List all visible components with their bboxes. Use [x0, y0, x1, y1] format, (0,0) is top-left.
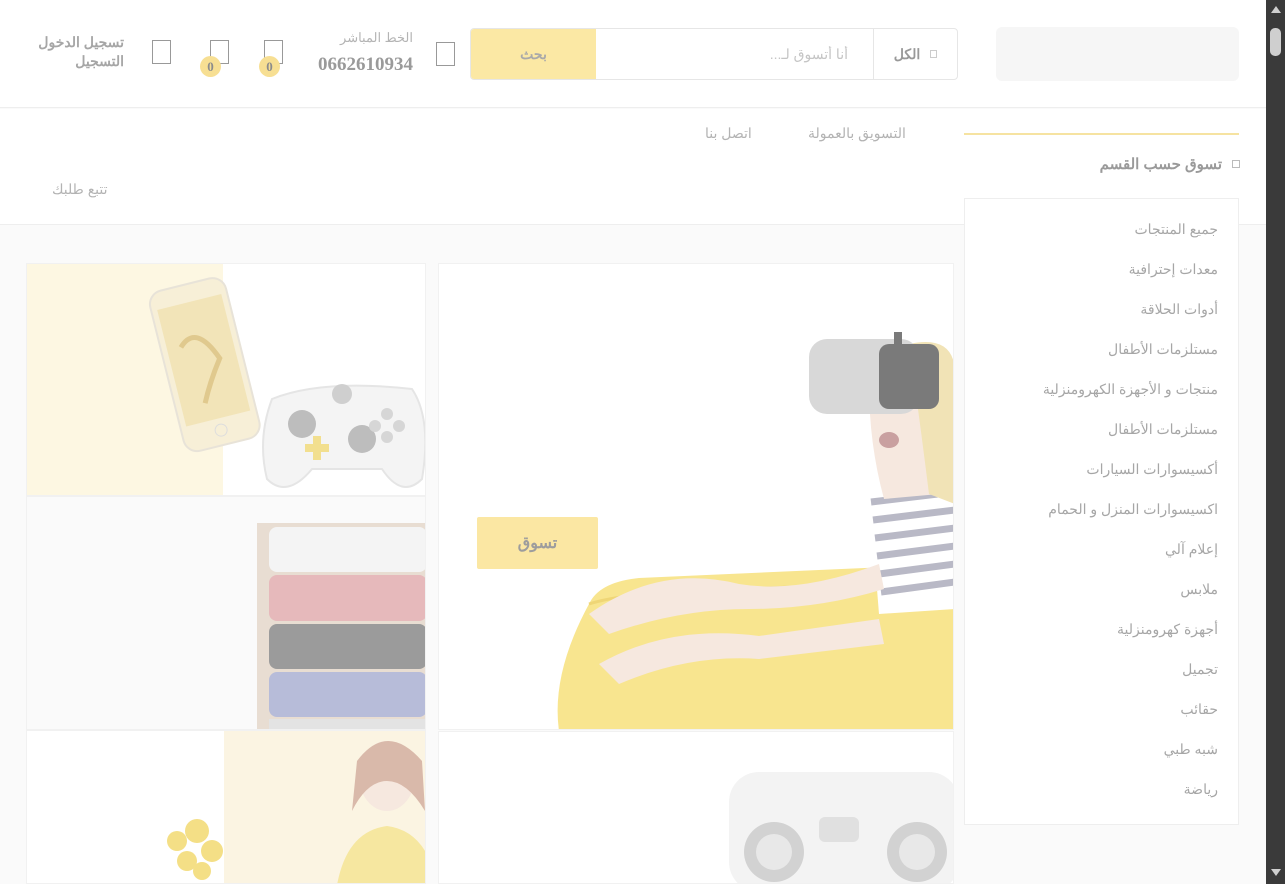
category-item[interactable]: منتجات و الأجهزة الكهرومنزلية [965, 379, 1238, 419]
category-item[interactable]: حقائب [965, 699, 1238, 739]
login-link[interactable]: تسجيل الدخول [20, 33, 124, 52]
nav-link-affiliate[interactable]: التسويق بالعمولة [808, 125, 906, 142]
hotline-label: الخط المباشر [340, 30, 413, 45]
category-item[interactable]: تجميل [965, 659, 1238, 699]
register-link[interactable]: التسجيل [20, 52, 124, 71]
category-list: جميع المنتجات معدات إحترافية أدوات الحلا… [965, 199, 1238, 819]
category-item[interactable]: اكسيسوارات المنزل و الحمام [965, 499, 1238, 539]
menu-icon [1232, 160, 1240, 168]
vr-headset-image [557, 332, 953, 729]
page-scrollbar[interactable] [1266, 0, 1285, 884]
category-item[interactable]: معدات إحترافية [965, 259, 1238, 299]
banner-fashion[interactable] [26, 730, 426, 884]
category-item[interactable]: جميع المنتجات [965, 219, 1238, 259]
department-menu-toggle[interactable]: تسوق حسب القسم [1095, 155, 1240, 173]
category-item[interactable]: مستلزمات الأطفال [965, 419, 1238, 459]
account-links: تسجيل الدخول التسجيل [20, 33, 124, 71]
nav-link-contact[interactable]: اتصل بنا [705, 125, 752, 142]
phone-controller-image [148, 277, 425, 488]
hero-banner-vr[interactable] [438, 263, 954, 730]
scroll-thumb[interactable] [1270, 28, 1281, 56]
search-category-label: الكل [893, 45, 921, 62]
speaker-image [729, 772, 953, 883]
phone-icon [436, 42, 455, 66]
search-input[interactable] [596, 29, 873, 79]
hero-shop-button[interactable]: تسوق [477, 517, 598, 569]
category-sidebar: جميع المنتجات معدات إحترافية أدوات الحلا… [964, 198, 1239, 825]
nav-accent-line [964, 133, 1239, 135]
category-item[interactable]: رياضة [965, 779, 1238, 819]
category-item[interactable]: مستلزمات الأطفال [965, 339, 1238, 379]
category-item[interactable]: أكسيسوارات السيارات [965, 459, 1238, 499]
search-bar: الكل بحث [470, 28, 958, 80]
hotline-number[interactable]: 0662610934 [290, 54, 413, 76]
search-button[interactable]: بحث [471, 29, 596, 79]
category-item[interactable]: ملابس [965, 579, 1238, 619]
woman-flowers-image [167, 731, 425, 883]
nav-link-track-order[interactable]: تتبع طلبك [52, 181, 108, 198]
scroll-down-arrow-icon[interactable] [1271, 869, 1281, 876]
category-item[interactable]: إعلام آلي [965, 539, 1238, 579]
category-item[interactable]: أجهزة كهرومنزلية [965, 619, 1238, 659]
wishlist-count-badge: 0 [259, 56, 280, 77]
user-icon[interactable] [152, 40, 171, 64]
banner-clothing[interactable] [26, 496, 426, 730]
chevron-down-icon [930, 50, 938, 58]
department-title: تسوق حسب القسم [1099, 156, 1222, 173]
site-logo[interactable] [996, 27, 1239, 81]
folded-shirts-image [257, 523, 425, 729]
banner-electronics[interactable] [26, 263, 426, 496]
category-item[interactable]: شبه طبي [965, 739, 1238, 779]
cart-count-badge: 0 [200, 56, 221, 77]
category-item[interactable]: أدوات الحلاقة [965, 299, 1238, 339]
site-header: الكل بحث الخط المباشر 0662610934 0 0 تسج… [0, 0, 1266, 108]
search-category-select[interactable]: الكل [873, 29, 957, 79]
banner-audio[interactable] [438, 731, 954, 884]
scroll-up-arrow-icon[interactable] [1271, 6, 1281, 13]
